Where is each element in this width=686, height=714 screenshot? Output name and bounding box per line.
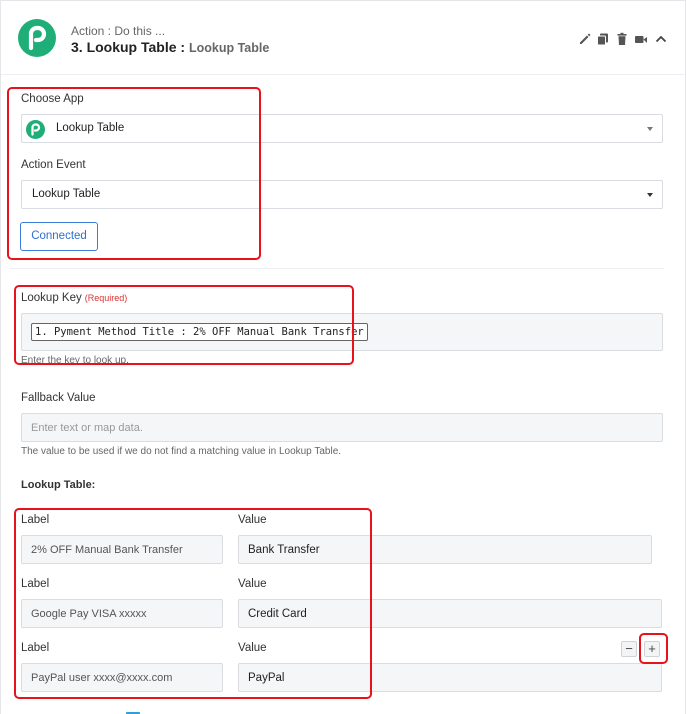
fallback-placeholder: Enter text or map data.: [31, 422, 143, 434]
fallback-label: Fallback Value: [21, 392, 96, 404]
chevron-up-icon[interactable]: [654, 32, 668, 46]
section-divider: [10, 268, 664, 269]
step-title: 3. Lookup Table : Lookup Table: [71, 39, 269, 55]
pabbly-logo-icon: [18, 19, 56, 57]
fallback-value-input[interactable]: Enter text or map data.: [21, 413, 663, 442]
chevron-down-icon: [647, 127, 653, 131]
step-title-text: 3. Lookup Table :: [71, 39, 189, 55]
video-icon[interactable]: [634, 32, 648, 46]
step-app-name: Lookup Table: [188, 41, 270, 55]
action-card: Action : Do this ... 3. Lookup Table : L…: [0, 0, 686, 714]
highlight-box-add: [639, 633, 668, 664]
copy-icon[interactable]: [596, 32, 610, 46]
chevron-down-icon: [647, 193, 653, 197]
highlight-box-table: [14, 508, 372, 699]
highlight-box-lookup-key: [14, 285, 354, 365]
step-subtitle: Action : Do this ...: [71, 24, 166, 38]
edit-icon[interactable]: [578, 32, 592, 46]
lookup-table-title: Lookup Table:: [21, 479, 96, 491]
remove-row-button[interactable]: −: [621, 641, 637, 657]
fallback-help: The value to be used if we do not find a…: [21, 446, 342, 457]
action-header[interactable]: Action : Do this ... 3. Lookup Table : L…: [1, 1, 685, 75]
highlight-box-app: [7, 87, 261, 260]
trash-icon[interactable]: [615, 32, 629, 46]
